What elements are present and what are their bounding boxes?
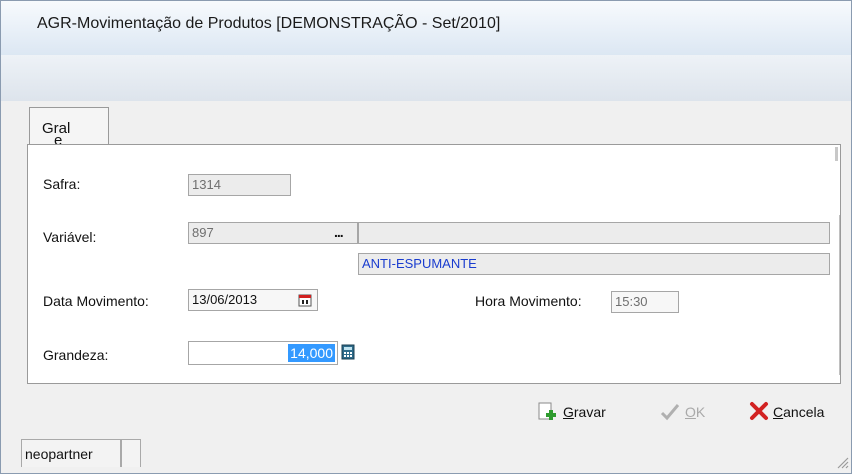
ok-text: OK [685, 404, 705, 420]
grandeza-value: 14,000 [288, 344, 335, 362]
window-title: AGR-Movimentação de Produtos [DEMONSTRAÇ… [37, 15, 501, 32]
app-window: AGR-Movimentação de Produtos [DEMONSTRAÇ… [0, 0, 852, 474]
save-document-icon [538, 402, 556, 420]
hora-movimento-field[interactable]: 15:30 [611, 291, 679, 313]
panel-divider [839, 215, 840, 375]
gravar-text: Gravar [563, 404, 606, 420]
tab-geral-label: Ge ral [42, 120, 71, 149]
tab-strip [1, 101, 851, 145]
calendar-icon[interactable] [298, 293, 312, 307]
gravar-accel: G [563, 404, 574, 420]
cancela-text: Cancela [773, 404, 824, 420]
status-cell-empty [121, 439, 141, 467]
safra-field[interactable]: 1314 [188, 174, 291, 196]
variavel-lookup-button[interactable]: ... [334, 224, 344, 240]
variavel-description-top [358, 222, 830, 244]
grandeza-field[interactable]: 14,000 [188, 341, 338, 365]
toolbar [1, 55, 851, 145]
ok-accel: O [685, 404, 696, 420]
safra-label: Safra: [43, 176, 81, 192]
hora-movimento-label: Hora Movimento: [475, 293, 582, 309]
ok-rest: K [695, 404, 706, 420]
panel-scroll-indicator[interactable] [835, 147, 838, 161]
grandeza-label: Grandeza: [43, 347, 109, 363]
cancela-accel: C [773, 404, 784, 420]
checkmark-icon [660, 404, 680, 421]
calculator-icon[interactable] [341, 344, 355, 360]
gravar-rest: ravar [573, 404, 606, 420]
cancela-rest: ancela [783, 404, 825, 420]
cancel-x-icon [750, 402, 768, 420]
data-movimento-label: Data Movimento: [43, 293, 149, 309]
resize-grip-icon[interactable] [833, 453, 849, 469]
title-bar[interactable]: AGR-Movimentação de Produtos [DEMONSTRAÇ… [1, 1, 851, 55]
status-user: neopartner [21, 439, 121, 467]
variavel-label: Variável: [43, 229, 97, 245]
tab-geral[interactable]: Ge ral [29, 107, 109, 149]
variavel-code-field[interactable]: 897 [188, 222, 358, 244]
variavel-description-field: ANTI-ESPUMANTE [358, 253, 830, 275]
